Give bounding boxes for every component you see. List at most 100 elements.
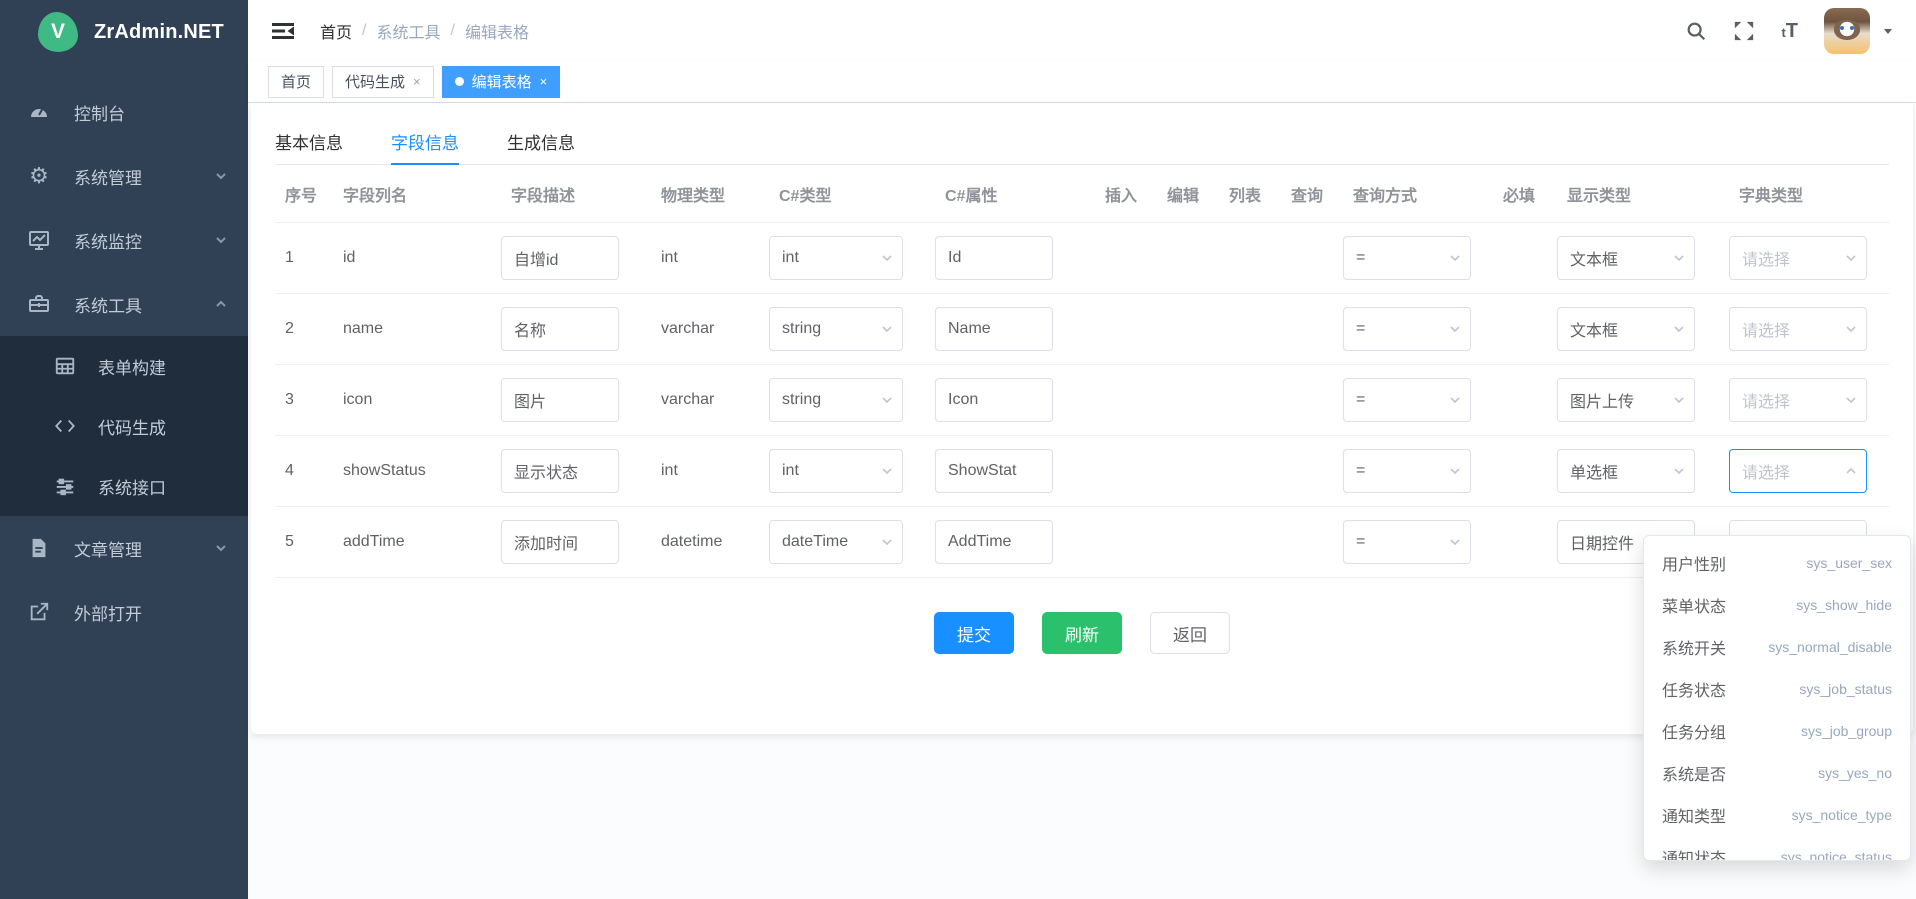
- sidebar-item-label: 文章管理: [74, 536, 214, 561]
- dict-option-sys-notice-status[interactable]: 通知状态 sys_notice_status: [1644, 836, 1910, 861]
- sidebar-collapse-icon[interactable]: [270, 18, 296, 44]
- navbar-actions: tT: [1685, 8, 1894, 54]
- font-size-icon[interactable]: tT: [1781, 21, 1798, 41]
- dict-option-label: 任务分组: [1662, 719, 1726, 743]
- code-icon: [52, 413, 78, 439]
- table-row: 4 showStatus int int = 单选框 请选择: [275, 436, 1889, 507]
- tag-code-generation[interactable]: 代码生成 ×: [332, 66, 434, 98]
- description-input[interactable]: [501, 378, 619, 422]
- row-no: 3: [275, 391, 333, 409]
- query-mode-select[interactable]: =: [1343, 520, 1471, 564]
- app-logo-icon: V: [38, 12, 78, 52]
- display-type-select[interactable]: 图片上传: [1557, 378, 1695, 422]
- cs-type-select[interactable]: string: [769, 307, 903, 351]
- tag-home[interactable]: 首页: [268, 66, 324, 98]
- dict-option-label: 任务状态: [1662, 677, 1726, 701]
- breadcrumb-current: 编辑表格: [465, 19, 529, 43]
- sidebar-item-article-management[interactable]: 文章管理: [0, 516, 248, 580]
- app-title: ZrAdmin.NET: [94, 21, 224, 44]
- query-mode-select[interactable]: =: [1343, 236, 1471, 280]
- sidebar-item-label: 系统接口: [98, 474, 228, 499]
- sidebar-item-label: 外部打开: [74, 600, 228, 625]
- fullscreen-icon[interactable]: [1733, 20, 1755, 42]
- dict-type-select[interactable]: 请选择: [1729, 378, 1867, 422]
- sidebar-item-external-open[interactable]: 外部打开: [0, 580, 248, 644]
- sidebar-item-system-api[interactable]: 系统接口: [0, 456, 248, 516]
- column-name: icon: [333, 391, 501, 409]
- row-no: 4: [275, 462, 333, 480]
- sidebar-item-system-management[interactable]: ⚙ 系统管理: [0, 144, 248, 208]
- description-input[interactable]: [501, 307, 619, 351]
- chevron-down-icon: [1672, 464, 1686, 478]
- query-mode-select[interactable]: =: [1343, 378, 1471, 422]
- tab-basic-info[interactable]: 基本信息: [275, 121, 343, 164]
- dict-option-sys-normal-disable[interactable]: 系统开关 sys_normal_disable: [1644, 626, 1910, 668]
- tag-edit-table[interactable]: 编辑表格 ×: [442, 66, 561, 98]
- dict-type-select-open[interactable]: 请选择: [1729, 449, 1867, 493]
- query-mode-select[interactable]: =: [1343, 307, 1471, 351]
- search-icon[interactable]: [1685, 20, 1707, 42]
- logo-area[interactable]: V ZrAdmin.NET: [0, 0, 248, 64]
- cs-type-select[interactable]: string: [769, 378, 903, 422]
- sidebar-item-code-generation[interactable]: 代码生成: [0, 396, 248, 456]
- tags-view-bar: 首页 代码生成 × 编辑表格 ×: [248, 61, 1916, 103]
- cs-type-select[interactable]: int: [769, 449, 903, 493]
- description-input[interactable]: [501, 520, 619, 564]
- breadcrumb-home[interactable]: 首页: [320, 19, 352, 43]
- display-type-select[interactable]: 文本框: [1557, 236, 1695, 280]
- close-icon[interactable]: ×: [540, 74, 548, 89]
- cs-property-input[interactable]: [935, 307, 1053, 351]
- table-row: 2 name varchar string = 文本框 请选择: [275, 294, 1889, 365]
- active-tag-dot: [455, 77, 464, 86]
- dict-option-code: sys_notice_type: [1792, 807, 1892, 823]
- col-header-physical-type: 物理类型: [651, 182, 769, 206]
- tab-field-info[interactable]: 字段信息: [391, 121, 459, 164]
- sidebar-item-dashboard[interactable]: 控制台: [0, 80, 248, 144]
- col-header-required: 必填: [1493, 182, 1557, 206]
- chevron-down-icon: [1448, 322, 1462, 336]
- edit-table-tabs: 基本信息 字段信息 生成信息: [275, 121, 1889, 165]
- dict-option-sys-job-status[interactable]: 任务状态 sys_job_status: [1644, 668, 1910, 710]
- dict-option-label: 系统开关: [1662, 635, 1726, 659]
- sidebar-item-label: 表单构建: [98, 354, 228, 379]
- refresh-button[interactable]: 刷新: [1042, 612, 1122, 654]
- cs-type-select[interactable]: int: [769, 236, 903, 280]
- cs-property-input[interactable]: [935, 520, 1053, 564]
- dict-option-code: sys_job_group: [1801, 723, 1892, 739]
- cs-property-input[interactable]: [935, 378, 1053, 422]
- user-avatar[interactable]: [1824, 8, 1870, 54]
- sidebar-item-system-tools[interactable]: 系统工具: [0, 272, 248, 336]
- physical-type: int: [651, 249, 769, 267]
- dict-option-label: 菜单状态: [1662, 593, 1726, 617]
- dict-type-select[interactable]: 请选择: [1729, 307, 1867, 351]
- dict-option-sys-yes-no[interactable]: 系统是否 sys_yes_no: [1644, 752, 1910, 794]
- col-header-list: 列表: [1219, 182, 1281, 206]
- dict-option-sys-job-group[interactable]: 任务分组 sys_job_group: [1644, 710, 1910, 752]
- document-icon: [26, 535, 52, 561]
- cs-property-input[interactable]: [935, 236, 1053, 280]
- cs-type-select[interactable]: dateTime: [769, 520, 903, 564]
- dict-type-select[interactable]: 请选择: [1729, 236, 1867, 280]
- dict-option-code: sys_notice_status: [1781, 849, 1892, 861]
- display-type-select[interactable]: 单选框: [1557, 449, 1695, 493]
- external-link-icon: [26, 599, 52, 625]
- back-button[interactable]: 返回: [1150, 612, 1230, 654]
- cs-property-input[interactable]: [935, 449, 1053, 493]
- breadcrumb-separator: /: [362, 22, 366, 40]
- submit-button[interactable]: 提交: [934, 612, 1014, 654]
- user-menu-caret-icon[interactable]: [1882, 25, 1894, 37]
- breadcrumb: 首页 / 系统工具 / 编辑表格: [320, 19, 529, 43]
- tab-generate-info[interactable]: 生成信息: [507, 121, 575, 164]
- sidebar-item-system-monitor[interactable]: 系统监控: [0, 208, 248, 272]
- sidebar-item-form-builder[interactable]: 表单构建: [0, 336, 248, 396]
- dict-option-sys-user-sex[interactable]: 用户性别 sys_user_sex: [1644, 542, 1910, 584]
- dict-option-sys-show-hide[interactable]: 菜单状态 sys_show_hide: [1644, 584, 1910, 626]
- row-no: 5: [275, 533, 333, 551]
- dict-option-sys-notice-type[interactable]: 通知类型 sys_notice_type: [1644, 794, 1910, 836]
- query-mode-select[interactable]: =: [1343, 449, 1471, 493]
- description-input[interactable]: [501, 449, 619, 493]
- description-input[interactable]: [501, 236, 619, 280]
- display-type-select[interactable]: 文本框: [1557, 307, 1695, 351]
- column-name: id: [333, 249, 501, 267]
- close-icon[interactable]: ×: [413, 74, 421, 89]
